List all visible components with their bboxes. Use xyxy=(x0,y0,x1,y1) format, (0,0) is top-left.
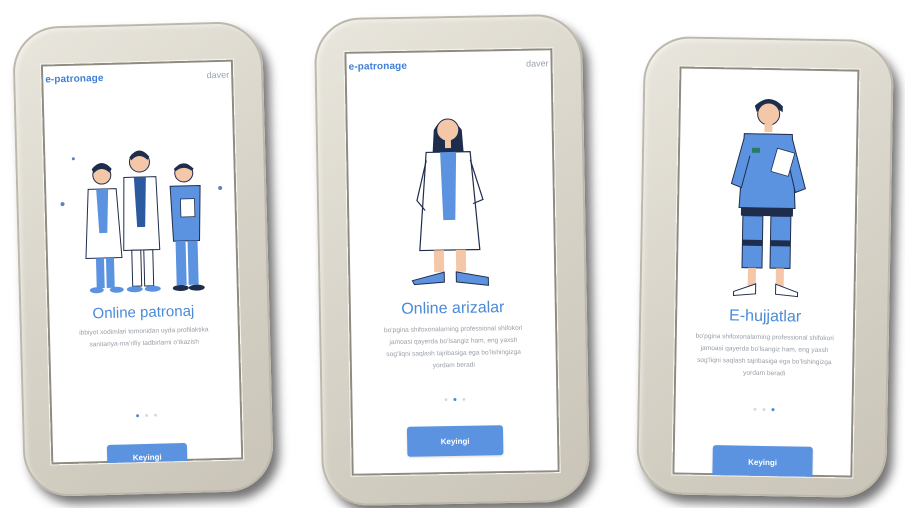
page-dot[interactable] xyxy=(443,398,447,402)
pagination-dots xyxy=(350,396,558,403)
page-dot[interactable] xyxy=(461,397,465,401)
status-text: daver xyxy=(525,58,549,69)
page-dot[interactable] xyxy=(153,413,157,417)
page-title: E-hujjatlar xyxy=(728,307,802,326)
medical-team-illustration xyxy=(43,130,239,300)
page-description: bo'pgina shifoxonalarning professional s… xyxy=(349,322,558,374)
phone-screen-1: e-patronage daver Online patronaj ibbiyo… xyxy=(40,59,244,465)
status-text: daver xyxy=(206,69,230,81)
brand-logo: e-patronage xyxy=(45,72,104,85)
page-title: Online patronaj xyxy=(92,302,195,323)
next-button[interactable]: Keyingi xyxy=(106,442,188,465)
description-line: yordam beradi xyxy=(432,361,475,370)
phone-frame-2: e-patronage daver Online arizalar bo'pgi… xyxy=(313,13,591,507)
page-dot[interactable] xyxy=(144,413,148,418)
male-nurse-illustration xyxy=(675,86,859,304)
page-description: ibbiyot xodimlari tomonidan uyda profila… xyxy=(48,323,241,352)
phone-screen-2: e-patronage daver Online arizalar bo'pgi… xyxy=(344,48,560,476)
pagination-dots xyxy=(50,411,242,419)
female-doctor-illustration xyxy=(345,98,556,292)
brand-logo: e-patronage xyxy=(348,60,408,73)
status-bar: e-patronage daver xyxy=(45,68,229,87)
page-dot-active[interactable] xyxy=(135,414,139,418)
page-dot-active[interactable] xyxy=(770,408,775,412)
next-button[interactable]: Keyingi xyxy=(712,445,813,478)
phone-frame-1: e-patronage daver Online patronaj ibbiyo… xyxy=(11,20,275,498)
pagination-dots xyxy=(674,406,854,412)
page-dot[interactable] xyxy=(752,407,757,411)
next-button[interactable]: Keyingi xyxy=(406,425,504,457)
page-dot-active[interactable] xyxy=(452,397,456,402)
page-title: Online arizalar xyxy=(401,299,505,318)
phone-screen-3: E-hujjatlar bo'pgina shifoxonalarning pr… xyxy=(672,66,860,478)
status-bar: e-patronage daver xyxy=(348,56,549,73)
phone-frame-3: E-hujjatlar bo'pgina shifoxonalarning pr… xyxy=(636,35,894,499)
page-dot[interactable] xyxy=(761,407,766,412)
page-description: bo'pgina shifoxonalarning professional s… xyxy=(674,330,855,381)
